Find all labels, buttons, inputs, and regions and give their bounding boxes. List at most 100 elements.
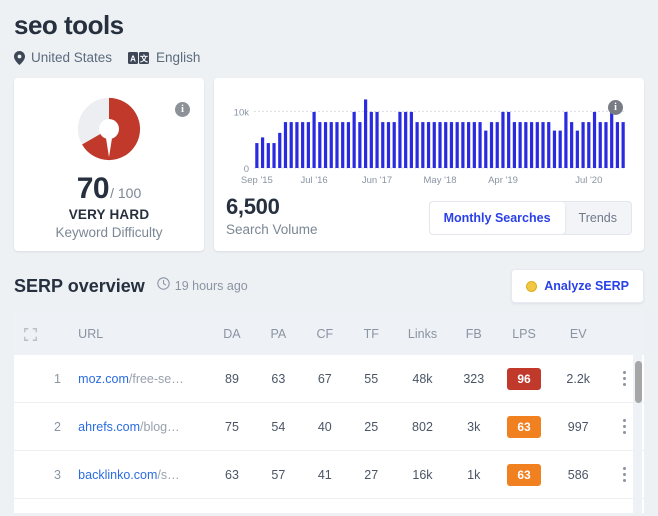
- svg-text:May '18: May '18: [424, 175, 457, 186]
- location-pin-icon: [14, 50, 25, 65]
- row-rank: 1: [54, 371, 61, 386]
- svg-text:Jun '17: Jun '17: [362, 175, 392, 186]
- svg-text:Jul '16: Jul '16: [301, 175, 328, 186]
- row-ev: 2.2k: [566, 371, 591, 386]
- table-row[interactable]: 2 ahrefs.com/blog… 75 54 40 25 802 3k 63 997: [14, 403, 644, 451]
- row-domain: backlinko.com: [78, 467, 158, 482]
- row-tf: 25: [364, 419, 379, 434]
- info-icon[interactable]: i: [175, 102, 190, 117]
- search-volume-value: 6,500: [226, 194, 280, 219]
- page-title: seo tools: [14, 10, 124, 40]
- svg-text:Jul '20: Jul '20: [575, 175, 602, 186]
- keyword-difficulty-score: 70/ 100 VERY HARD Keyword Difficulty: [14, 172, 204, 240]
- search-volume-footer: 6,500 Search Volume Monthly Searches Tre…: [226, 194, 632, 237]
- tab-trends[interactable]: Trends: [565, 202, 631, 234]
- row-lps: 63: [497, 415, 551, 438]
- row-domain: ahrefs.com: [78, 419, 141, 434]
- table-scrollbar-thumb[interactable]: [635, 361, 642, 403]
- metric-cards-row: i 70/ 100 VERY HARD Keyword Difficulty i…: [14, 78, 644, 251]
- serp-overview-title: SERP overview: [14, 275, 145, 296]
- row-ev: 586: [567, 467, 589, 482]
- clock-icon: [157, 277, 170, 295]
- language-selector[interactable]: A 文 English: [128, 50, 200, 65]
- keyword-meta-row: United States A 文 English: [14, 50, 644, 65]
- row-fb: 323: [463, 371, 485, 386]
- search-volume-caption: Search Volume: [226, 222, 318, 237]
- row-pa: 57: [271, 467, 286, 482]
- kd-score-max: / 100: [110, 185, 142, 201]
- table-header-tf: TF: [363, 327, 379, 341]
- table-row[interactable]: 3 backlinko.com/s… 63 57 41 27 16k 1k 63 586: [14, 451, 644, 499]
- expand-icon[interactable]: [14, 327, 47, 341]
- table-header-pa: PA: [270, 327, 287, 341]
- row-url-link[interactable]: moz.com/free-se…: [68, 372, 209, 386]
- page-header: seo tools United States A 文 English: [14, 0, 644, 65]
- search-volume-card: i 0 10k Sep '15 Jul '16 Jun '17 May '18 Apr '1…: [214, 78, 644, 251]
- row-lps: 63: [497, 463, 551, 486]
- kd-score-value: 70: [76, 172, 110, 205]
- table-header-url: URL: [78, 327, 104, 341]
- search-volume-figure: 6,500 Search Volume: [226, 194, 318, 237]
- table-row[interactable]: 1 moz.com/free-se… 89 63 67 55 48k 323 96 2.2k: [14, 355, 644, 403]
- row-url-link[interactable]: backlinko.com/s…: [68, 468, 209, 482]
- keyword-difficulty-card: i 70/ 100 VERY HARD Keyword Difficulty: [14, 78, 204, 251]
- search-volume-chart: 0 10k Sep '15 Jul '16 Jun '17 May '18 Apr '19 J…: [226, 88, 632, 188]
- coin-icon: [526, 280, 538, 292]
- serp-overview-header: SERP overview 19 hours ago Analyze SERP: [14, 269, 644, 303]
- kd-rating-label: VERY HARD: [68, 207, 150, 222]
- serp-results-table: URL DA PA CF TF Links FB LPS EV 1 moz.com…: [14, 313, 644, 513]
- chart-mode-toggle: Monthly Searches Trends: [428, 201, 632, 235]
- seo-keyword-overview-page: seo tools United States A 文 English i 70…: [0, 0, 658, 516]
- table-header-cf: CF: [316, 327, 334, 341]
- keyword-difficulty-donut: [14, 78, 204, 166]
- serp-updated: 19 hours ago: [157, 277, 248, 295]
- row-domain: moz.com: [78, 371, 129, 386]
- info-icon[interactable]: i: [608, 100, 623, 115]
- row-lps: 96: [497, 367, 551, 390]
- table-body: 1 moz.com/free-se… 89 63 67 55 48k 323 96 2.2k 2 ah…: [14, 355, 644, 499]
- country-selector[interactable]: United States: [14, 50, 112, 65]
- svg-text:0: 0: [244, 164, 249, 175]
- svg-text:Apr '19: Apr '19: [488, 175, 518, 186]
- row-rank: 2: [54, 419, 61, 434]
- bar-chart-svg: 0 10k Sep '15 Jul '16 Jun '17 May '18 Apr '19 J…: [234, 99, 626, 186]
- row-ev: 997: [567, 419, 589, 434]
- row-path: /s…: [157, 467, 180, 482]
- row-cf: 40: [317, 419, 332, 434]
- language-label: English: [156, 50, 201, 65]
- row-cf: 67: [317, 371, 332, 386]
- row-url-link[interactable]: ahrefs.com/blog…: [68, 420, 209, 434]
- svg-text:10k: 10k: [234, 107, 250, 118]
- tab-monthly-searches[interactable]: Monthly Searches: [429, 202, 565, 234]
- table-header-links: Links: [407, 327, 438, 341]
- row-path: /free-se…: [128, 371, 184, 386]
- row-pa: 54: [271, 419, 286, 434]
- row-path: /blog…: [140, 419, 180, 434]
- row-fb: 1k: [467, 467, 481, 482]
- row-links: 802: [412, 419, 433, 434]
- status-badge: 63: [507, 463, 542, 486]
- country-label: United States: [31, 50, 113, 65]
- serp-updated-label: 19 hours ago: [174, 279, 248, 293]
- row-cf: 41: [317, 467, 332, 482]
- analyze-serp-label: Analyze SERP: [544, 279, 629, 293]
- row-pa: 63: [271, 371, 286, 386]
- row-da: 89: [225, 371, 239, 386]
- status-badge: 63: [507, 415, 542, 438]
- row-fb: 3k: [467, 419, 481, 434]
- row-links: 48k: [412, 371, 433, 386]
- row-tf: 27: [364, 467, 379, 482]
- table-header-row: URL DA PA CF TF Links FB LPS EV: [14, 313, 644, 355]
- row-rank: 3: [54, 467, 61, 482]
- status-badge: 96: [507, 367, 542, 390]
- table-header-da: DA: [223, 327, 241, 341]
- translate-icon: A 文: [128, 51, 150, 64]
- row-tf: 55: [364, 371, 379, 386]
- svg-text:文: 文: [140, 53, 149, 63]
- svg-text:Sep '15: Sep '15: [241, 175, 273, 186]
- analyze-serp-button[interactable]: Analyze SERP: [511, 269, 644, 303]
- row-da: 75: [225, 419, 239, 434]
- svg-text:A: A: [130, 54, 136, 63]
- donut-chart-svg: [77, 97, 141, 161]
- row-da: 63: [225, 467, 239, 482]
